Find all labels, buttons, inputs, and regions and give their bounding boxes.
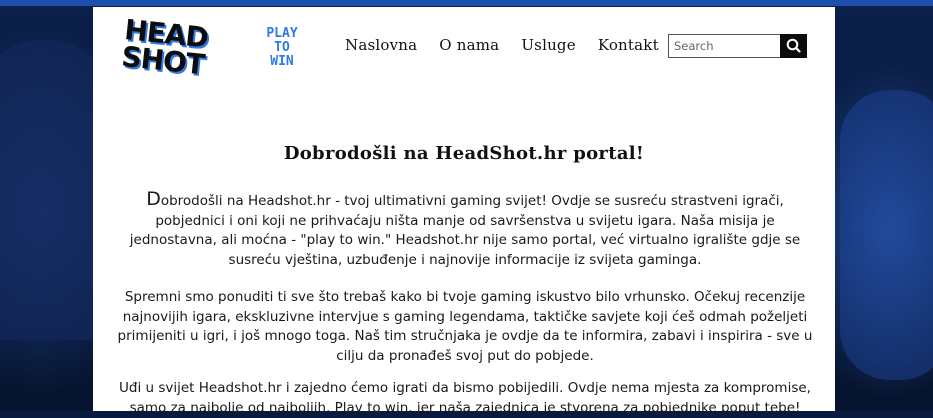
nav-item-kontakt[interactable]: Kontakt [598,36,659,56]
search-button[interactable] [780,34,807,58]
logo-tag-2: TO [274,40,290,55]
offer-paragraph: Spremni smo ponuditi ti sve što trebaš k… [117,289,813,364]
logo-tag-1: PLAY [266,26,298,41]
intro-paragraph-text: obrodošli na Headshot.hr - tvoj ultimati… [129,193,801,268]
content-panel: HEAD SHOT PLAY TO WIN Naslovna O nama Us… [93,7,835,416]
logo-tagline: PLAY TO WIN [257,27,307,69]
top-accent-bar [0,0,933,6]
search-icon [786,38,801,53]
logo-tag-3: WIN [270,54,294,69]
logo-wordmark: HEAD SHOT [120,13,209,82]
nav-item-naslovna[interactable]: Naslovna [345,36,417,56]
page-title: Dobrodošli na HeadShot.hr portal! [283,143,645,164]
intro-paragraph: Dobrodošli na Headshot.hr - tvoj ultimat… [115,188,815,270]
site-logo[interactable]: HEAD SHOT PLAY TO WIN [120,13,316,84]
search-box [668,34,808,58]
closing-paragraph: Uđi u svijet Headshot.hr i zajedno ćemo … [119,380,811,416]
nav-item-usluge[interactable]: Usluge [521,36,575,56]
search-input[interactable] [668,34,780,58]
main-nav: Naslovna O nama Usluge Kontakt [345,36,681,56]
nav-item-o-nama[interactable]: O nama [439,36,499,56]
logo-line-2: SHOT [120,39,206,82]
background-gamer-figure-right [840,90,933,380]
drop-cap: D [146,188,161,210]
